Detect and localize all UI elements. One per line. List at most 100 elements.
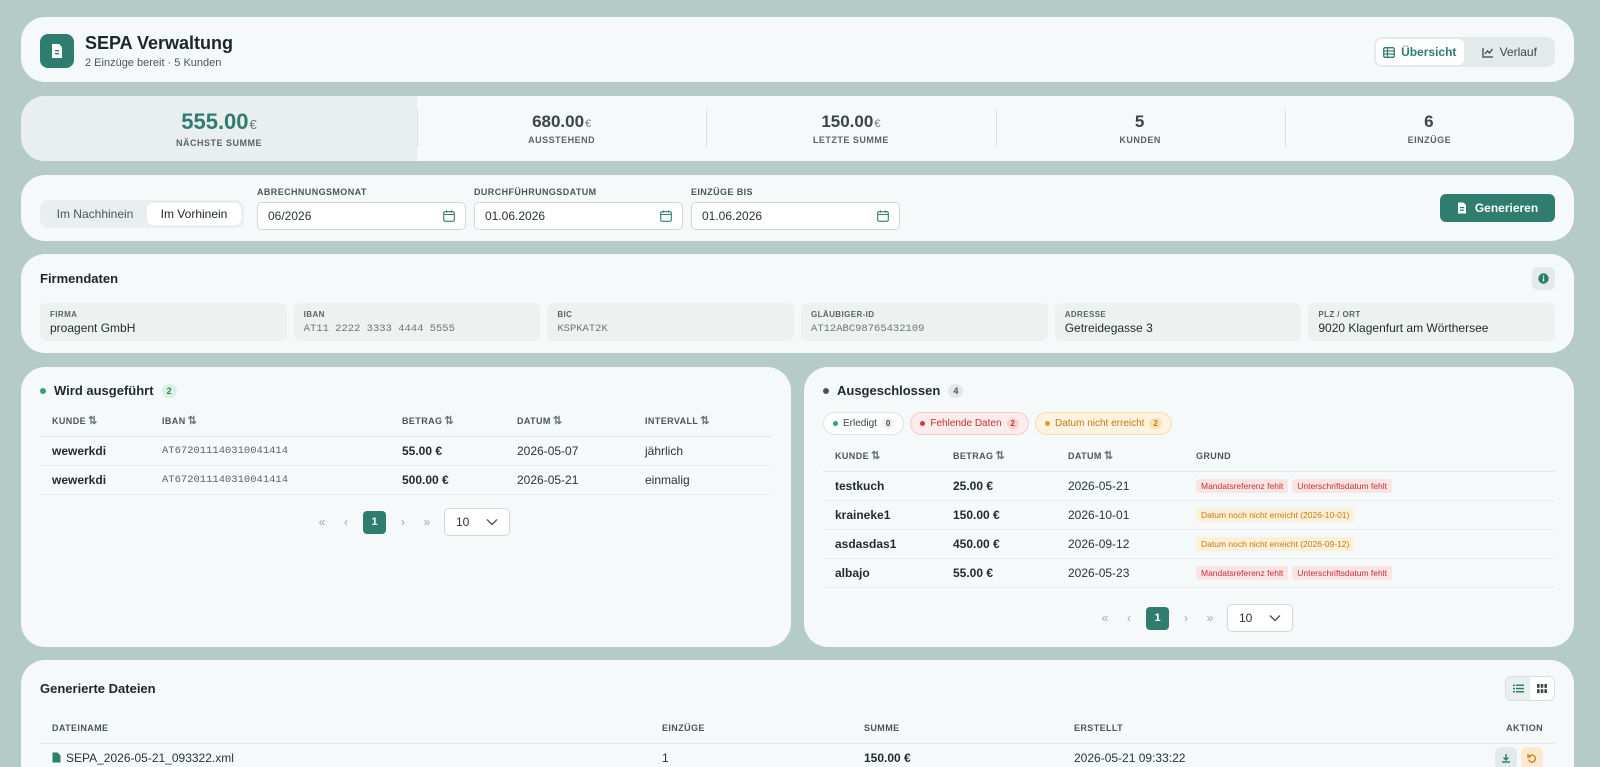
next-page-button[interactable]: › — [396, 515, 410, 529]
col-betrag[interactable]: BETRAG ⇅ — [941, 441, 1056, 472]
executed-pagination: « ‹ 1 › » 10 — [315, 508, 510, 536]
current-page[interactable]: 1 — [1146, 606, 1169, 630]
next-page-button[interactable]: › — [1179, 611, 1193, 625]
excluded-panel: Ausgeschlossen 4 Erledigt 0 Fehlende Dat… — [804, 367, 1574, 647]
col-erstellt: ERSTELLT — [1062, 713, 1455, 744]
page-size-value: 10 — [1239, 611, 1253, 625]
table-row[interactable]: wewerkdi AT672011140310041414 500.00 € 2… — [40, 465, 772, 495]
tab-uebersicht-label: Übersicht — [1401, 45, 1457, 59]
einzuege-bis-group: EINZÜGE BIS 01.06.2026 — [691, 187, 900, 230]
first-page-button[interactable]: « — [315, 515, 329, 529]
firm-field-adresse: ADRESSE Getreidegasse 3 — [1054, 303, 1302, 341]
reason-badge: Unterschriftsdatum fehlt — [1292, 479, 1392, 493]
cell-grund: Datum noch nicht erreicht (2026-09-12) — [1184, 529, 1555, 559]
excluded-count-badge: 4 — [948, 383, 964, 398]
stat-ausstehend: 680.00€ AUSSTEHEND — [417, 96, 706, 161]
col-intervall[interactable]: INTERVALL ⇅ — [633, 406, 772, 437]
abrechnungsmonat-input[interactable]: 06/2026 — [257, 202, 466, 230]
cell-betrag: 55.00 € — [390, 436, 505, 466]
table-row[interactable]: kraineke1 150.00 € 2026-10-01 Datum noch… — [823, 500, 1555, 530]
reason-badge: Datum noch nicht erreicht (2026-09-12) — [1196, 537, 1355, 551]
info-button[interactable] — [1532, 267, 1555, 290]
table-row[interactable]: SEPA_2026-05-21_093322.xml 1 150.00 € 20… — [40, 743, 1555, 767]
tab-uebersicht[interactable]: Übersicht — [1376, 39, 1464, 65]
tab-verlauf[interactable]: Verlauf — [1466, 39, 1554, 65]
mode-nachhinein[interactable]: Im Nachhinein — [43, 203, 147, 225]
stat-value: 555.00 — [181, 109, 249, 134]
table-row[interactable]: testkuch 25.00 € 2026-05-21 Mandatsrefer… — [823, 471, 1555, 501]
filter-datum-nicht-erreicht[interactable]: Datum nicht erreicht 2 — [1034, 412, 1172, 435]
col-datum[interactable]: DATUM ⇅ — [505, 406, 633, 437]
col-betrag[interactable]: BETRAG ⇅ — [390, 406, 505, 437]
stats-card: 555.00€ NÄCHSTE SUMME 680.00€ AUSSTEHEND… — [21, 96, 1574, 161]
files-title: Generierte Dateien — [40, 681, 156, 696]
firm-field-value: AT11 2222 3333 4444 5555 — [303, 323, 455, 335]
firm-field-value: proagent GmbH — [50, 321, 136, 335]
firm-field-label: GLÄUBIGER-ID — [811, 310, 875, 319]
firm-field-label: BIC — [557, 310, 573, 319]
table-row[interactable]: asdasdas1 450.00 € 2026-09-12 Datum noch… — [823, 529, 1555, 559]
firm-field-label: ADRESSE — [1064, 310, 1107, 319]
page-size-select[interactable]: 10 — [1227, 604, 1293, 632]
status-dot — [1044, 421, 1050, 426]
page-size-select[interactable]: 10 — [444, 508, 510, 536]
chevron-down-icon — [486, 519, 498, 526]
mode-toggle: Im Nachhinein Im Vorhinein — [40, 200, 244, 228]
file-icon — [52, 752, 61, 762]
col-iban[interactable]: IBAN ⇅ — [150, 406, 390, 437]
cell-einzuege: 1 — [650, 743, 852, 767]
current-page[interactable]: 1 — [363, 510, 386, 534]
prev-page-button[interactable]: ‹ — [1122, 611, 1136, 625]
col-dateiname: DATEINAME — [40, 713, 650, 744]
cell-betrag: 25.00 € — [941, 471, 1056, 501]
stat-value: 6 — [1424, 112, 1434, 131]
stat-value: 150.00 — [821, 112, 874, 131]
mode-vorhinein[interactable]: Im Vorhinein — [147, 203, 241, 225]
generate-button[interactable]: Generieren — [1440, 194, 1555, 222]
stat-label: EINZÜGE — [1407, 135, 1452, 145]
durchfuehrungsdatum-group: DURCHFÜHRUNGSDATUM 01.06.2026 — [474, 187, 683, 230]
last-page-button[interactable]: » — [1203, 611, 1217, 625]
revert-button[interactable] — [1521, 746, 1543, 767]
col-datum[interactable]: DATUM ⇅ — [1056, 441, 1184, 472]
executed-title: Wird ausgeführt — [54, 383, 154, 398]
col-label: KUNDE — [52, 416, 87, 427]
field-value: 06/2026 — [268, 209, 312, 223]
chart-icon — [1481, 47, 1493, 58]
files-view-toggle — [1505, 676, 1555, 701]
page-size-value: 10 — [456, 515, 470, 529]
files-card: Generierte Dateien DATEINAME EINZÜGE SUM… — [21, 660, 1574, 767]
col-kunde[interactable]: KUNDE ⇅ — [823, 441, 941, 472]
firm-field-label: PLZ / ORT — [1318, 310, 1361, 319]
firm-field-iban: IBAN AT11 2222 3333 4444 5555 — [293, 303, 541, 341]
col-label: GRUND — [1196, 450, 1231, 461]
reason-badge: Unterschriftsdatum fehlt — [1292, 566, 1392, 580]
last-page-button[interactable]: » — [420, 515, 434, 529]
filter-fehlende-daten[interactable]: Fehlende Daten 2 — [910, 412, 1029, 435]
list-view-button[interactable] — [1506, 677, 1530, 700]
col-label: IBAN — [162, 416, 186, 427]
info-icon — [1538, 273, 1549, 284]
app-title: SEPA Verwaltung — [85, 33, 234, 53]
firm-card: Firmendaten FIRMA proagent GmbH IBAN AT1… — [21, 254, 1574, 353]
table-row[interactable]: wewerkdi AT672011140310041414 55.00 € 20… — [40, 436, 772, 466]
table-row[interactable]: albajo 55.00 € 2026-05-23 Mandatsreferen… — [823, 558, 1555, 588]
filter-count: 2 — [1149, 418, 1162, 429]
stat-label: LETZTE SUMME — [812, 135, 889, 145]
download-button[interactable] — [1495, 746, 1517, 767]
firm-field-firma: FIRMA proagent GmbH — [40, 303, 287, 341]
einzuege-bis-input[interactable]: 01.06.2026 — [691, 202, 900, 230]
sort-icon: ⇅ — [552, 415, 563, 428]
executed-panel: Wird ausgeführt 2 KUNDE ⇅ IBAN ⇅ BETRAG ⇅ D… — [21, 367, 791, 647]
cell-iban: AT672011140310041414 — [150, 436, 390, 466]
firm-fields: FIRMA proagent GmbH IBAN AT11 2222 3333 … — [40, 303, 1556, 341]
first-page-button[interactable]: « — [1098, 611, 1112, 625]
durchfuehrungsdatum-input[interactable]: 01.06.2026 — [474, 202, 683, 230]
col-label: BETRAG — [953, 451, 994, 462]
prev-page-button[interactable]: ‹ — [339, 515, 353, 529]
grid-view-button[interactable] — [1530, 677, 1554, 700]
filter-erledigt[interactable]: Erledigt 0 — [823, 412, 905, 435]
document-icon — [1457, 202, 1466, 214]
cell-kunde: albajo — [823, 558, 941, 588]
col-kunde[interactable]: KUNDE ⇅ — [40, 406, 150, 437]
